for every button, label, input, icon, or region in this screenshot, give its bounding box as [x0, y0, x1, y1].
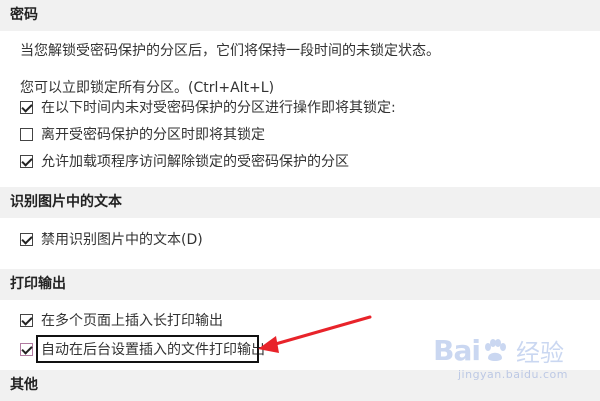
- watermark-brand-a: Bai: [433, 334, 481, 367]
- paw-icon: [485, 338, 506, 361]
- baidu-watermark: Bai 经验: [433, 333, 564, 368]
- watermark-url: jingyan.baidu.com: [457, 368, 568, 381]
- section-title-other: 其他: [10, 377, 38, 393]
- watermark-brand-cn: 经验: [516, 339, 564, 367]
